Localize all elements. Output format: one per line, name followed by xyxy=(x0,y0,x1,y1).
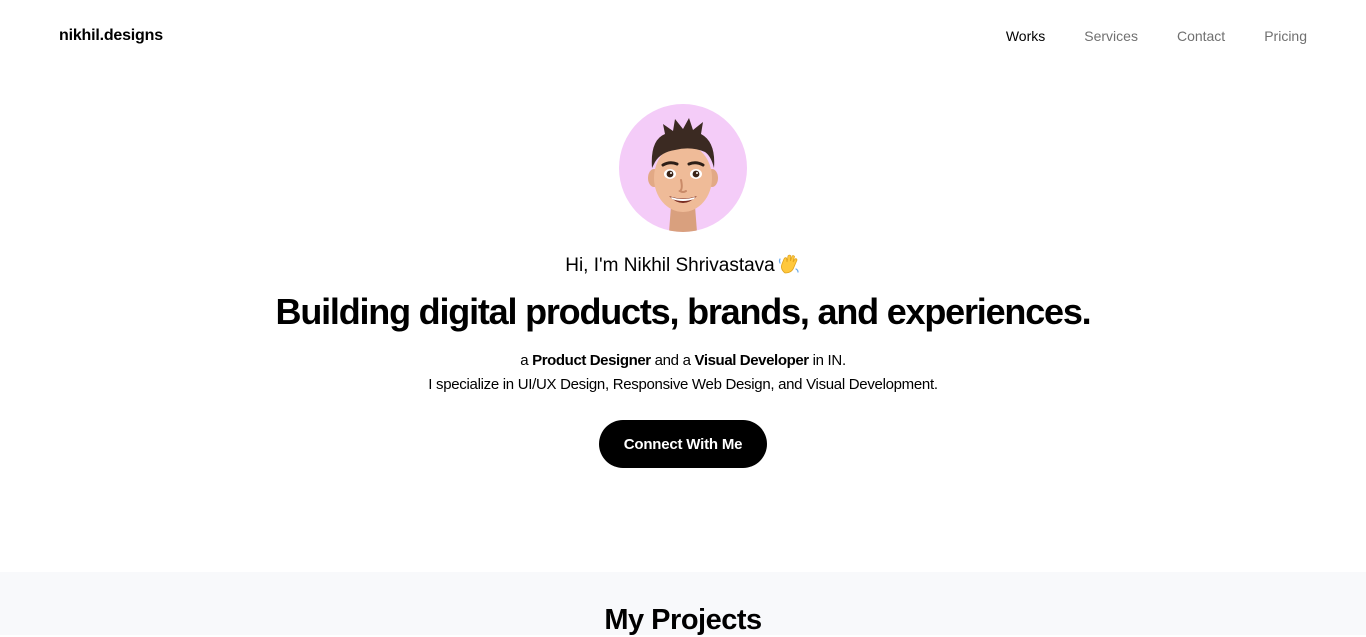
hero-section: Hi, I'm Nikhil Shrivastava Building digi… xyxy=(0,75,1366,572)
hero-headline: Building digital products, brands, and e… xyxy=(275,291,1092,332)
nav-link-works[interactable]: Works xyxy=(1006,28,1045,44)
nav-link-contact[interactable]: Contact xyxy=(1177,28,1225,44)
nav-link-pricing[interactable]: Pricing xyxy=(1264,28,1307,44)
hero-greeting: Hi, I'm Nikhil Shrivastava xyxy=(0,253,1366,277)
role-product-designer: Product Designer xyxy=(532,352,651,369)
specialties-line: I specialize in UI/UX Design, Responsive… xyxy=(428,376,938,393)
site-logo[interactable]: nikhil.designs xyxy=(59,27,163,45)
top-navbar: nikhil.designs Works Services Contact Pr… xyxy=(0,0,1366,75)
waving-hand-icon xyxy=(777,253,801,275)
projects-title: My Projects xyxy=(604,604,762,636)
nav-link-services[interactable]: Services xyxy=(1084,28,1138,44)
main-nav: Works Services Contact Pricing xyxy=(1006,28,1307,44)
role-visual-developer: Visual Developer xyxy=(694,352,810,369)
role-prefix: a xyxy=(520,352,533,369)
role-location: in IN. xyxy=(808,352,847,369)
connect-with-me-button[interactable]: Connect With Me xyxy=(599,420,767,468)
role-connector: and a xyxy=(650,352,695,369)
projects-section: My Projects xyxy=(0,572,1366,636)
greeting-text: Hi, I'm Nikhil Shrivastava xyxy=(565,255,775,276)
memoji-avatar-icon xyxy=(619,104,747,232)
role-line: a Product Designer and a Visual Develope… xyxy=(0,352,1366,369)
